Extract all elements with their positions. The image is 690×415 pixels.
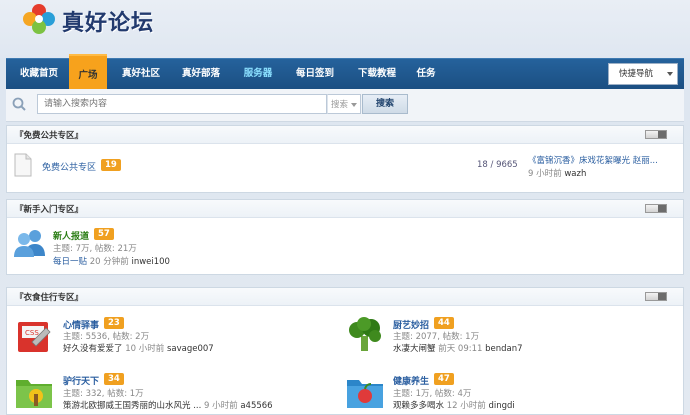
broccoli-icon (349, 317, 381, 351)
section-header: 『衣食住行专区』 (7, 288, 683, 306)
nav-item-square[interactable]: 广场 (69, 54, 107, 91)
forum-stats: 18 / 9665 (477, 160, 518, 170)
last-post-time: 12 小时前 (446, 401, 486, 411)
collapse-button[interactable] (645, 130, 667, 139)
last-post-info: 水凄大闸蟹 前天 09:11 bendan7 (393, 342, 523, 354)
last-post-time: 10 小时前 (125, 344, 165, 354)
last-post-user[interactable]: bendan7 (485, 344, 522, 354)
last-post-title[interactable]: 水凄大闸蟹 (393, 344, 436, 354)
section-free-public: 『免费公共专区』 免费公共专区 19 18 / 9665 《富锦沉香》床戏花絮曝… (6, 125, 684, 193)
chevron-down-icon (351, 103, 357, 107)
document-icon (14, 153, 32, 177)
section-title[interactable]: 『衣食住行专区』 (15, 291, 83, 303)
last-post-user[interactable]: a45566 (240, 401, 272, 411)
css-file-icon: CSS (18, 322, 51, 352)
last-post-info: 好久没有爱爱了 10 小时前 savage007 (63, 342, 214, 354)
collapse-button[interactable] (645, 292, 667, 301)
search-type-label: 搜索 (331, 100, 349, 110)
nav-item-tribe[interactable]: 真好部落 (177, 59, 225, 89)
forum-stats: 主题: 332, 帖数: 1万 (63, 389, 144, 399)
folder-health-icon (347, 380, 383, 408)
forum-name-free-public[interactable]: 免费公共专区 (42, 160, 96, 173)
new-posts-badge: 57 (94, 228, 114, 240)
section-newbie: 『新手入门专区』 新人报道 57 主题: 7万, 帖数: 21万 每日一贴 20… (6, 199, 684, 275)
quick-nav-dropdown[interactable]: 快捷导航 (608, 63, 678, 85)
last-post-info: 每日一贴 20 分钟前 inwei100 (53, 255, 170, 267)
search-icon (12, 97, 26, 111)
last-post-time: 9 小时前 (528, 169, 562, 179)
forum-name-newcomers[interactable]: 新人报道 (53, 229, 89, 242)
new-posts-badge: 19 (101, 159, 121, 171)
nav-item-server[interactable]: 服务器 (238, 59, 278, 89)
site-header: 真好论坛 (0, 0, 690, 58)
search-input[interactable] (37, 94, 327, 114)
search-type-select[interactable]: 搜索 (327, 94, 361, 114)
last-post-time: 20 分钟前 (89, 257, 129, 267)
section-daily-life: 『衣食住行专区』 CSS 心情驿事 23 主题: 5536, 帖数: 2万 好久… (6, 287, 684, 415)
collapse-button[interactable] (645, 204, 667, 213)
search-bar: 搜索 搜索 (6, 89, 684, 122)
forum-stats: 主题: 2077, 帖数: 1万 (393, 332, 480, 342)
last-post-info: 策游北欧挪威王国秀丽的山水风光 ... 9 小时前 a45566 (63, 399, 273, 411)
section-title[interactable]: 『新手入门专区』 (15, 203, 83, 215)
new-posts-badge: 23 (104, 317, 124, 329)
forum-stats: 主题: 5536, 帖数: 2万 (63, 332, 150, 342)
last-post-title[interactable]: 好久没有爱爱了 (63, 344, 123, 354)
last-post-info: 观赖多多喝水 12 小时前 dingdi (393, 399, 515, 411)
site-logo-text[interactable]: 真好论坛 (62, 5, 154, 37)
section-header: 『免费公共专区』 (7, 126, 683, 144)
forum-stats: 主题: 7万, 帖数: 21万 (53, 244, 137, 254)
quick-nav-label: 快捷导航 (619, 69, 654, 79)
nav-item-download-tutorial[interactable]: 下载教程 (352, 59, 402, 89)
search-button[interactable]: 搜索 (362, 94, 408, 114)
nav-item-tasks[interactable]: 任务 (412, 59, 440, 89)
last-post-user[interactable]: dingdi (488, 401, 514, 411)
forum-name-health[interactable]: 健康养生 (393, 374, 429, 387)
chevron-down-icon (667, 72, 673, 76)
forum-stats: 主题: 1万, 帖数: 4万 (393, 389, 472, 399)
svg-text:CSS: CSS (25, 329, 39, 337)
last-post-info: 9 小时前 wazh (528, 167, 586, 179)
last-post-time: 9 小时前 (204, 401, 238, 411)
last-post-user[interactable]: inwei100 (131, 257, 170, 267)
last-post-title[interactable]: 观赖多多喝水 (393, 401, 444, 411)
last-post-time: 前天 09:11 (438, 344, 483, 354)
last-post-user[interactable]: wazh (564, 169, 586, 179)
forum-name-travel[interactable]: 驴行天下 (63, 374, 99, 387)
new-posts-badge: 47 (434, 373, 454, 385)
nav-item-favorite-home[interactable]: 收藏首页 (14, 59, 64, 89)
section-header: 『新手入门专区』 (7, 200, 683, 218)
main-nav: 收藏首页 广场 真好社区 真好部落 服务器 每日签到 下载教程 任务 快捷导航 (6, 54, 684, 91)
folder-travel-icon (16, 380, 52, 408)
last-post-title[interactable]: 策游北欧挪威王国秀丽的山水风光 ... (63, 401, 201, 411)
new-posts-badge: 44 (434, 317, 454, 329)
last-post-title[interactable]: 每日一贴 (53, 257, 87, 267)
last-post-title[interactable]: 《富锦沉香》床戏花絮曝光 赵丽... (528, 154, 658, 166)
section-title[interactable]: 『免费公共专区』 (15, 129, 83, 141)
users-icon (14, 230, 45, 257)
nav-item-community[interactable]: 真好社区 (117, 59, 165, 89)
nav-item-daily-checkin[interactable]: 每日签到 (290, 59, 340, 89)
last-post-user[interactable]: savage007 (167, 344, 214, 354)
logo-icon[interactable] (22, 2, 58, 36)
new-posts-badge: 34 (104, 373, 124, 385)
